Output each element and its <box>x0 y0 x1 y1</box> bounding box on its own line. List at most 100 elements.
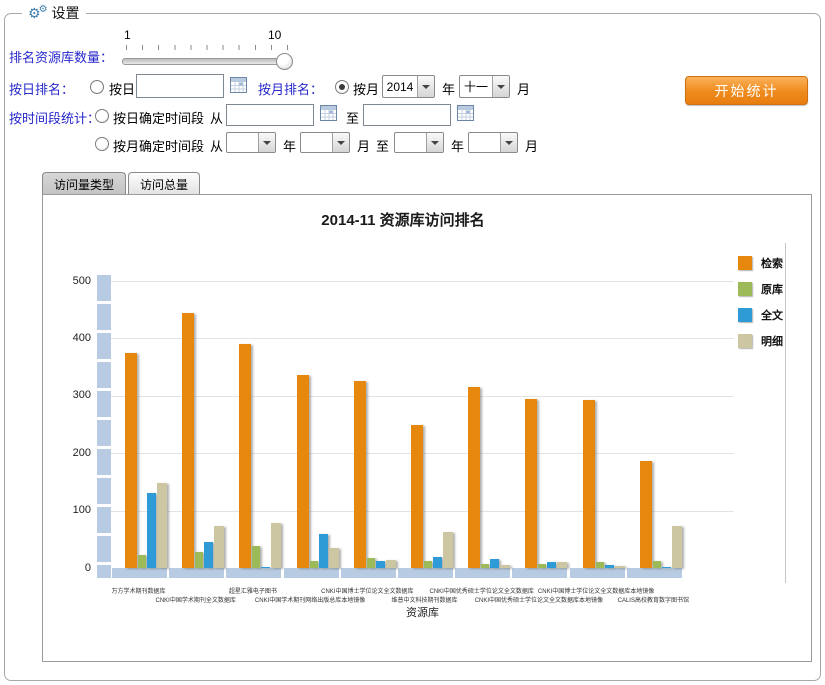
bar <box>525 399 537 568</box>
chevron-down-icon <box>332 133 349 152</box>
y-axis-wall <box>97 275 111 578</box>
chevron-down-icon <box>492 76 509 97</box>
daily-date-input[interactable] <box>136 74 224 98</box>
bar <box>500 565 510 568</box>
period-stat-label: 按时间段统计： <box>9 108 100 127</box>
legend-swatch <box>738 282 752 296</box>
to-label: 至 <box>376 136 389 155</box>
month-select[interactable]: 十一 <box>459 75 510 98</box>
monthly-radio-label: 按月 <box>353 79 379 98</box>
legend-swatch <box>738 256 752 270</box>
period-from-date-input[interactable] <box>226 104 314 126</box>
slider-track[interactable] <box>122 58 292 65</box>
slider-max-label: 10 <box>268 28 281 42</box>
period-from-year-select[interactable] <box>226 132 276 153</box>
bar <box>411 425 423 569</box>
period-from-month-select[interactable] <box>300 132 350 153</box>
legend-label: 全文 <box>761 307 783 323</box>
gridline <box>111 338 734 339</box>
month-unit-label: 月 <box>357 136 370 155</box>
monthly-radio[interactable] <box>335 80 349 94</box>
chevron-down-icon <box>426 133 443 152</box>
x-axis-segment <box>284 568 339 578</box>
bar <box>583 400 595 568</box>
bar <box>138 555 146 568</box>
calendar-icon[interactable] <box>230 77 247 93</box>
tab-strip: 访问量类型 访问总量 <box>42 172 200 195</box>
bar <box>214 526 224 568</box>
x-axis-segment <box>398 568 453 578</box>
x-axis-segment <box>169 568 224 578</box>
legend-label: 检索 <box>761 255 783 271</box>
y-tick-label: 100 <box>47 504 91 516</box>
bar <box>182 313 194 568</box>
chevron-down-icon <box>500 133 517 152</box>
tab-visit-type[interactable]: 访问量类型 <box>42 172 126 195</box>
settings-legend-label: 设置 <box>52 3 80 23</box>
y-tick-label: 500 <box>47 275 91 287</box>
x-category-label: CNKI中国博士学位论文全文数据库本地镜像 <box>486 586 706 595</box>
bar <box>367 558 375 568</box>
calendar-icon[interactable] <box>457 105 474 121</box>
period-month-radio[interactable] <box>95 137 109 151</box>
bar <box>386 560 396 568</box>
from-label: 从 <box>210 136 223 155</box>
ranking-count-label: 排名资源库数量： <box>9 47 113 66</box>
x-axis-segment <box>512 568 567 578</box>
x-axis-segment <box>570 568 625 578</box>
bar <box>329 548 339 568</box>
x-axis-title: 资源库 <box>111 604 734 620</box>
year-unit-label: 年 <box>442 79 455 98</box>
month-select-value: 十一 <box>460 78 492 95</box>
bar <box>271 523 281 568</box>
bar <box>596 562 604 568</box>
bar <box>468 387 480 568</box>
bar <box>615 566 625 568</box>
bar <box>125 353 137 568</box>
y-tick-label: 400 <box>47 332 91 344</box>
y-tick-label: 300 <box>47 389 91 401</box>
period-to-date-input[interactable] <box>363 104 451 126</box>
period-to-month-select[interactable] <box>468 132 518 153</box>
chart-title: 2014-11 资源库访问排名 <box>43 209 763 230</box>
daily-radio[interactable] <box>90 80 104 94</box>
bar <box>310 561 318 568</box>
bar <box>653 561 661 568</box>
bar <box>424 561 432 568</box>
start-statistics-button[interactable]: 开始统计 <box>685 76 808 105</box>
bar <box>297 375 309 568</box>
chevron-down-icon <box>258 133 275 152</box>
x-category-label: CALIS高校教育数字图书馆 <box>543 595 763 604</box>
slider-thumb[interactable] <box>276 53 293 70</box>
bar <box>433 557 442 568</box>
period-month-label: 按月确定时间段 <box>113 136 204 155</box>
bar <box>261 567 270 568</box>
bar <box>354 381 366 568</box>
period-to-year-select[interactable] <box>394 132 444 153</box>
slider-ticks <box>126 45 288 50</box>
gridline <box>111 281 734 282</box>
bar <box>672 526 682 568</box>
bar <box>662 567 671 568</box>
y-tick-label: 200 <box>47 447 91 459</box>
bar <box>443 532 453 568</box>
legend-item: 全文 <box>738 302 783 328</box>
from-label: 从 <box>210 108 223 127</box>
year-unit-label: 年 <box>283 136 296 155</box>
daily-radio-label: 按日 <box>109 79 135 98</box>
period-day-radio[interactable] <box>95 109 109 123</box>
bar <box>376 561 385 568</box>
bar <box>147 493 156 568</box>
legend-swatch <box>738 334 752 348</box>
legend-item: 明细 <box>738 328 783 354</box>
bar <box>557 562 567 568</box>
year-select[interactable]: 2014 <box>382 75 435 98</box>
bar <box>481 564 489 568</box>
month-unit-label: 月 <box>517 79 530 98</box>
x-axis-segment <box>455 568 510 578</box>
tab-visit-total[interactable]: 访问总量 <box>128 172 200 195</box>
daily-rank-label: 按日排名： <box>9 79 74 98</box>
x-axis-segment <box>226 568 281 578</box>
chart-panel: 2014-11 资源库访问排名 资源库 检索原库全文明细 01002003004… <box>42 194 812 662</box>
calendar-icon[interactable] <box>320 105 337 121</box>
